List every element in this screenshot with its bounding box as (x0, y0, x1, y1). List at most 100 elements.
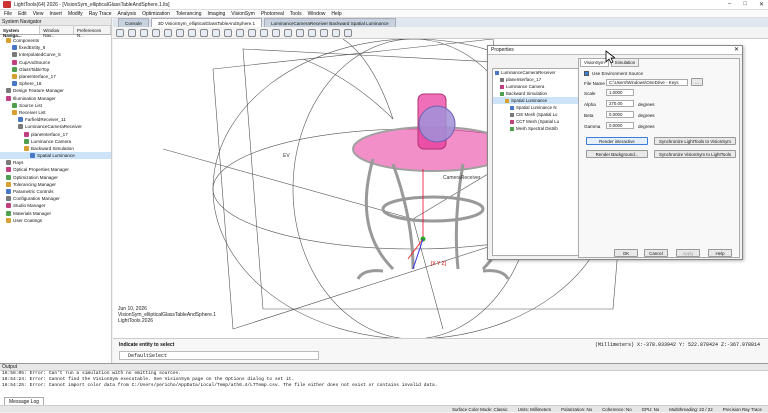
prop-tree-item[interactable]: Luminance Camera (493, 83, 578, 90)
tree-item[interactable]: Parametric Controls (0, 188, 111, 195)
tree-item[interactable]: Receiver List (0, 109, 111, 116)
tree-item[interactable]: Spatial Luminance (0, 152, 111, 160)
tree-item[interactable]: Components (0, 37, 111, 44)
tree-item[interactable]: InterpolatedCurve_5 (0, 51, 111, 58)
menu-item-tolerancing[interactable]: Tolerancing (176, 11, 202, 17)
save-icon[interactable] (116, 28, 124, 37)
render-interactive-button[interactable]: Render interactive (586, 137, 648, 145)
iso-view-icon[interactable] (284, 28, 292, 37)
ray-icon[interactable] (320, 28, 328, 37)
zoom-in-icon[interactable] (128, 28, 136, 37)
pan-icon[interactable] (176, 28, 184, 37)
light-icon[interactable] (308, 28, 316, 37)
prop-tree-item[interactable]: planeInterface_17 (493, 76, 578, 83)
view-side-icon[interactable] (272, 28, 280, 37)
tree-item[interactable]: Sphere_18 (0, 80, 111, 87)
tree-item[interactable]: Optical Properties Manager (0, 166, 111, 173)
minimize-icon[interactable]: – (728, 1, 731, 8)
sync-visionsym-to-lighttools-button[interactable]: Synchronize VisionSym to LightTools (654, 150, 736, 158)
camera-icon[interactable] (296, 28, 304, 37)
menu-item-edit[interactable]: Edit (18, 11, 27, 17)
menu-item-view[interactable]: View (33, 11, 44, 17)
prop-tree-item[interactable]: Backward Simulation (493, 90, 578, 97)
tree-item[interactable]: LuminanceCameraReceiver (0, 123, 111, 130)
tree-item[interactable]: User Coatings (0, 217, 111, 224)
menu-item-insert[interactable]: Insert (49, 11, 62, 17)
prop-tree-item[interactable]: Mesh Spectral Distrib (493, 125, 578, 132)
menu-item-visionsym[interactable]: VisionSym (231, 11, 255, 17)
tree-item[interactable]: Configuration Manager (0, 195, 111, 202)
menu-item-photorreal[interactable]: Photorreal (261, 11, 284, 17)
alpha-input[interactable]: 270.00 (606, 100, 634, 107)
scale-input[interactable]: 1.0000 (606, 89, 634, 96)
dialog-title-bar[interactable]: Properties ✕ (488, 46, 742, 55)
tree-item[interactable]: Backward Simulation (0, 145, 111, 152)
zoom-fit-icon[interactable] (152, 28, 160, 37)
menu-item-optimization[interactable]: Optimization (142, 11, 170, 17)
sync-lighttools-to-visionsym-button[interactable]: Synchronize LightTools to VisionSym (654, 137, 736, 145)
command-input[interactable]: DefaultSelect (119, 351, 319, 360)
axis-icon[interactable] (236, 28, 244, 37)
output-lines: 16:58:05: Error: Can't run a simulation … (0, 371, 768, 389)
tree-node-icon (6, 210, 11, 216)
menu-item-imaging[interactable]: Imaging (207, 11, 225, 17)
measure-icon[interactable] (332, 28, 340, 37)
prop-tree-item[interactable]: Spatial Luminance (493, 97, 578, 104)
document-tab[interactable]: LuminanceCameraReceiver Backward Spatial… (264, 18, 396, 27)
view-front-icon[interactable] (248, 28, 256, 37)
prop-tree-item[interactable]: CIE Mesh (Spatial Lu (493, 111, 578, 118)
navigator-tab[interactable]: System Naviga... (0, 26, 41, 38)
tree-item[interactable]: FarfieldReceiver_11 (0, 116, 111, 123)
zoom-out-icon[interactable] (140, 28, 148, 37)
ok-button[interactable]: OK (614, 249, 638, 257)
tree-item[interactable]: Design Feature Manager (0, 87, 111, 94)
grid-icon[interactable] (200, 28, 208, 37)
tree-item[interactable]: Luminance Camera (0, 138, 111, 145)
browse-button[interactable]: ... (691, 78, 703, 86)
close-icon[interactable]: ✕ (734, 46, 739, 55)
tree-item[interactable]: GlassTableTop (0, 66, 111, 73)
maximize-icon[interactable]: □ (743, 1, 747, 8)
tree-item[interactable]: CupAndSource (0, 59, 111, 66)
tree-item[interactable]: Source List (0, 102, 111, 109)
document-tab[interactable]: Console (118, 18, 149, 27)
tree-item[interactable]: Optimization Manager (0, 174, 111, 181)
tree-item[interactable]: Tolerancing Manager (0, 181, 111, 188)
prop-tree-item[interactable]: Spatial Luminance N (493, 104, 578, 111)
tree-item[interactable]: planeInterface_17 (0, 73, 111, 80)
help-button[interactable]: Help (708, 249, 732, 257)
file-name-input[interactable]: C:\Users\Windows\OneDrive - Keys (606, 79, 688, 86)
menu-item-file[interactable]: File (4, 11, 12, 17)
use-env-checkbox[interactable] (584, 71, 589, 76)
rotate-icon[interactable] (164, 28, 172, 37)
select-icon[interactable] (188, 28, 196, 37)
render-background-button[interactable]: Render Background... (586, 150, 648, 158)
cancel-button[interactable]: Cancel (644, 249, 668, 257)
view-top-icon[interactable] (260, 28, 268, 37)
shade-icon[interactable] (224, 28, 232, 37)
tree-item[interactable]: Illumination Manager (0, 95, 111, 102)
menu-item-ray-trace[interactable]: Ray Trace (89, 11, 112, 17)
beta-input[interactable]: 0.0000 (606, 111, 634, 118)
layer-icon[interactable] (344, 28, 352, 37)
menu-item-modify[interactable]: Modify (68, 11, 83, 17)
tree-item[interactable]: Studio Manager (0, 202, 111, 209)
prop-tree-item[interactable]: CCT Mesh (Spatial Lu (493, 118, 578, 125)
menu-item-tools[interactable]: Tools (290, 11, 302, 17)
menu-item-window[interactable]: Window (308, 11, 326, 17)
tree-item[interactable]: planeInterface_17 (0, 130, 111, 137)
wireframe-icon[interactable] (212, 28, 220, 37)
apply-button[interactable]: Apply (676, 249, 700, 257)
navigator-tab[interactable]: Preferences N... (74, 26, 111, 38)
navigator-tab[interactable]: Window Nav... (40, 26, 74, 38)
tree-item-label: Rays (13, 160, 24, 166)
prop-tree-item[interactable]: LuminanceCameraReceiver (493, 69, 578, 76)
tree-item[interactable]: Materials Manager (0, 210, 111, 217)
tree-item[interactable]: fixedEntity_6 (0, 44, 111, 51)
close-icon[interactable]: ✕ (759, 1, 764, 8)
document-tab[interactable]: 3D VisionSym_ellipticalGlassTableAndSphe… (150, 18, 263, 27)
menu-item-help[interactable]: Help (331, 11, 341, 17)
gamma-input[interactable]: 0.0000 (606, 122, 634, 129)
menu-item-analysis[interactable]: Analysis (117, 11, 136, 17)
tree-item[interactable]: Rays (0, 159, 111, 166)
